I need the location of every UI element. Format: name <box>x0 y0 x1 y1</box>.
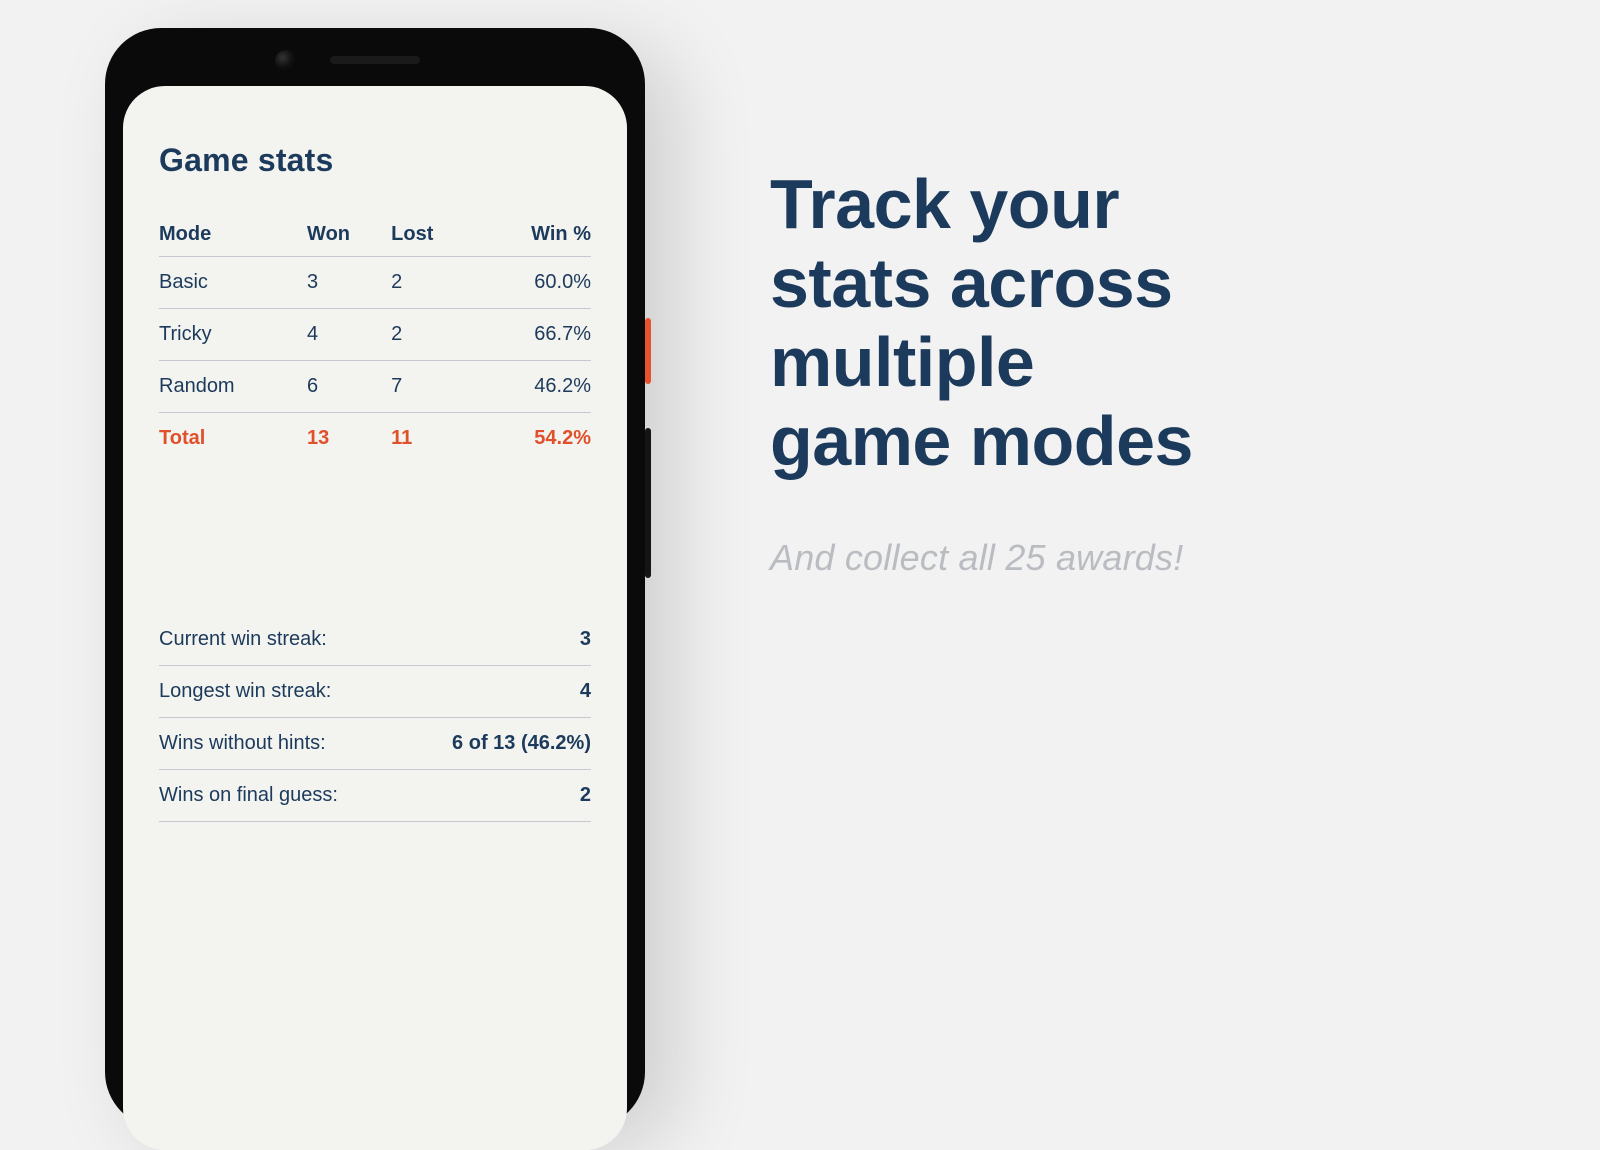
list-item: Wins without hints: 6 of 13 (46.2%) <box>159 718 591 770</box>
phone-camera-icon <box>275 50 297 72</box>
stat-label: Longest win streak: <box>159 680 331 703</box>
table-row-total: Total 13 11 54.2% <box>159 413 591 465</box>
headline-line3: multiple <box>770 323 1510 402</box>
phone-volume-button <box>645 428 651 578</box>
headline-block: Track your stats across multiple game mo… <box>770 165 1510 579</box>
header-winpct: Win % <box>474 213 591 257</box>
cell-winpct: 60.0% <box>474 257 591 309</box>
cell-won-total: 13 <box>307 413 391 465</box>
table-row: Tricky 4 2 66.7% <box>159 309 591 361</box>
stat-value: 3 <box>580 628 591 651</box>
cell-lost: 7 <box>391 361 474 413</box>
cell-mode-total: Total <box>159 413 307 465</box>
list-item: Wins on final guess: 2 <box>159 770 591 822</box>
phone-frame: Game stats Mode Won Lost Win % Basic 3 2… <box>105 28 645 1128</box>
header-won: Won <box>307 213 391 257</box>
cell-lost-total: 11 <box>391 413 474 465</box>
phone-power-button <box>645 318 651 384</box>
cell-lost: 2 <box>391 309 474 361</box>
headline-line1: Track your <box>770 165 1510 244</box>
headline-line2: stats across <box>770 244 1510 323</box>
table-row: Basic 3 2 60.0% <box>159 257 591 309</box>
phone-speaker-icon <box>330 56 420 64</box>
stat-value: 4 <box>580 680 591 703</box>
extra-stats: Current win streak: 3 Longest win streak… <box>159 614 591 822</box>
stat-label: Wins on final guess: <box>159 784 338 807</box>
cell-won: 6 <box>307 361 391 413</box>
cell-mode: Basic <box>159 257 307 309</box>
list-item: Longest win streak: 4 <box>159 666 591 718</box>
cell-winpct: 66.7% <box>474 309 591 361</box>
stat-value: 6 of 13 (46.2%) <box>452 732 591 755</box>
list-item: Current win streak: 3 <box>159 614 591 666</box>
stats-table: Mode Won Lost Win % Basic 3 2 60.0% Tric… <box>159 213 591 464</box>
cell-mode: Tricky <box>159 309 307 361</box>
cell-mode: Random <box>159 361 307 413</box>
stat-label: Current win streak: <box>159 628 327 651</box>
stat-value: 2 <box>580 784 591 807</box>
subheadline: And collect all 25 awards! <box>770 537 1510 579</box>
table-row: Random 6 7 46.2% <box>159 361 591 413</box>
cell-won: 3 <box>307 257 391 309</box>
stats-header-row: Mode Won Lost Win % <box>159 213 591 257</box>
headline-line4: game modes <box>770 402 1510 481</box>
cell-lost: 2 <box>391 257 474 309</box>
header-mode: Mode <box>159 213 307 257</box>
phone-screen: Game stats Mode Won Lost Win % Basic 3 2… <box>123 86 627 1150</box>
page-title: Game stats <box>159 142 591 179</box>
cell-winpct: 46.2% <box>474 361 591 413</box>
header-lost: Lost <box>391 213 474 257</box>
headline: Track your stats across multiple game mo… <box>770 165 1510 481</box>
cell-winpct-total: 54.2% <box>474 413 591 465</box>
cell-won: 4 <box>307 309 391 361</box>
stat-label: Wins without hints: <box>159 732 326 755</box>
